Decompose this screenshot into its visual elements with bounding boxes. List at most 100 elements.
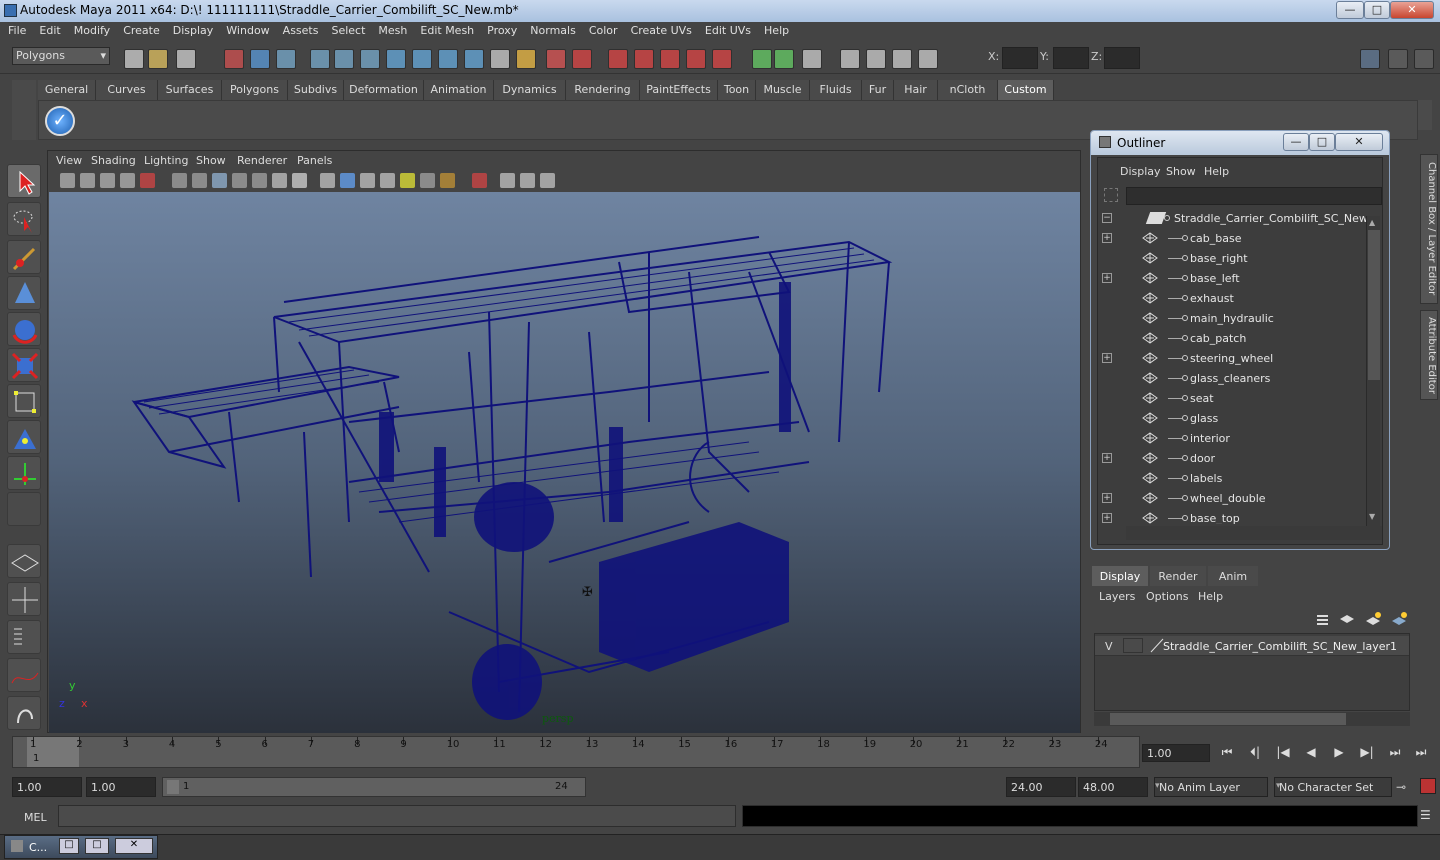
range-slider[interactable]: 1 24 xyxy=(162,777,586,797)
menu-window[interactable]: Window xyxy=(218,22,274,37)
channel-box-toggle-icon[interactable] xyxy=(1360,49,1380,69)
viewport-toolbar-icon[interactable] xyxy=(172,173,187,188)
tab-anim-layers[interactable]: Anim xyxy=(1208,566,1258,586)
new-scene-icon[interactable] xyxy=(124,49,144,69)
viewport-toolbar-icon[interactable] xyxy=(292,173,307,188)
construction-history-icon[interactable] xyxy=(546,49,566,69)
input-ops-icon[interactable] xyxy=(572,49,592,69)
filter-toggle-icon[interactable] xyxy=(1104,188,1118,202)
lasso-tool-icon[interactable] xyxy=(7,202,41,236)
minimize-button[interactable]: — xyxy=(1336,1,1364,19)
output-ops-icon[interactable] xyxy=(608,49,628,69)
menu-normals[interactable]: Normals xyxy=(522,22,581,37)
shelf-tab-curves[interactable]: Curves xyxy=(96,80,158,100)
select-tool-icon[interactable] xyxy=(7,164,41,198)
transform-icon[interactable] xyxy=(866,49,886,69)
close-window-button[interactable]: ✕ xyxy=(1390,1,1434,19)
x-coord-field[interactable] xyxy=(1002,47,1038,69)
history-icon[interactable] xyxy=(516,49,536,69)
menu-modify[interactable]: Modify xyxy=(66,22,115,37)
outliner-horizontal-scrollbar[interactable] xyxy=(1126,526,1382,540)
viewport-toolbar-icon[interactable] xyxy=(500,173,515,188)
shelf-tab-toon[interactable]: Toon xyxy=(718,80,756,100)
y-coord-field[interactable] xyxy=(1053,47,1089,69)
outliner-filter-field[interactable] xyxy=(1126,187,1382,205)
viewport-toolbar-icon[interactable] xyxy=(232,173,247,188)
outliner-titlebar[interactable]: Outliner — □ ✕ xyxy=(1091,131,1389,155)
hypershade-icon[interactable] xyxy=(712,49,732,69)
ipr-render-icon[interactable] xyxy=(660,49,680,69)
options-menu[interactable]: Options xyxy=(1146,590,1188,603)
close-button[interactable]: ✕ xyxy=(115,838,153,854)
layer-horizontal-scrollbar[interactable] xyxy=(1094,712,1410,726)
snap-grid-icon[interactable] xyxy=(334,49,354,69)
select-component-icon[interactable] xyxy=(276,49,296,69)
shelf-tab-fluids[interactable]: Fluids xyxy=(810,80,862,100)
go-to-start-icon[interactable]: ⏮ xyxy=(1216,745,1238,765)
shelf-tab-general[interactable]: General xyxy=(38,80,96,100)
viewport-menu-lighting[interactable]: Lighting xyxy=(144,154,188,167)
expand-toggle-icon[interactable]: + xyxy=(1102,513,1112,523)
viewport-toolbar-icon[interactable] xyxy=(212,173,227,188)
menu-proxy[interactable]: Proxy xyxy=(479,22,522,37)
shelf-tab-painteffects[interactable]: PaintEffects xyxy=(640,80,718,100)
viewport-menu-view[interactable]: View xyxy=(56,154,82,167)
outliner-item[interactable]: interior xyxy=(1098,428,1364,448)
viewport-toolbar-icon[interactable] xyxy=(360,173,375,188)
outliner-item[interactable]: + door xyxy=(1098,448,1364,468)
step-forward-frame-icon[interactable]: ▶| xyxy=(1356,745,1378,765)
layer-name[interactable]: Straddle_Carrier_Combilift_SC_New_layer1 xyxy=(1163,640,1397,653)
maximize-button[interactable]: □ xyxy=(1364,1,1390,19)
viewport-toolbar-icon[interactable] xyxy=(400,173,415,188)
menu-select[interactable]: Select xyxy=(323,22,370,37)
layer-type-toggle[interactable] xyxy=(1123,638,1143,653)
anim-end-field[interactable]: 48.00 xyxy=(1078,777,1148,797)
scroll-down-icon[interactable]: ▼ xyxy=(1369,512,1379,522)
outliner-item[interactable]: + base_top xyxy=(1098,508,1364,524)
expand-toggle-icon[interactable]: + xyxy=(1102,273,1112,283)
outliner-item[interactable]: exhaust xyxy=(1098,288,1364,308)
shelf-tab-subdivs[interactable]: Subdivs xyxy=(288,80,344,100)
save-scene-icon[interactable] xyxy=(176,49,196,69)
step-back-frame-icon[interactable]: |◀ xyxy=(1272,745,1294,765)
anim-layer-dropdown[interactable]: No Anim Layer xyxy=(1154,777,1268,797)
menu-edit[interactable]: Edit xyxy=(31,22,65,37)
outliner-item[interactable]: + wheel_double xyxy=(1098,488,1364,508)
relative-icon[interactable] xyxy=(892,49,912,69)
rotate-tool-icon[interactable] xyxy=(7,312,41,346)
command-input[interactable] xyxy=(58,805,736,827)
custom-shelf-check-icon[interactable]: ✓ xyxy=(45,106,75,136)
shelf-tab-surfaces[interactable]: Surfaces xyxy=(158,80,222,100)
outliner-item[interactable]: base_right xyxy=(1098,248,1364,268)
current-frame-field[interactable]: 1.00 xyxy=(1142,744,1210,762)
play-backwards-icon[interactable]: ◀ xyxy=(1300,745,1322,765)
tab-channel-box-layer-editor[interactable]: Channel Box / Layer Editor xyxy=(1420,154,1438,304)
outliner-menu-help[interactable]: Help xyxy=(1204,165,1229,178)
outliner-scroll-thumb[interactable] xyxy=(1368,230,1380,380)
hypershade-layout-icon[interactable] xyxy=(7,696,41,730)
paint-select-tool-icon[interactable] xyxy=(7,240,41,274)
outliner-root-row[interactable]: − Straddle_Carrier_Combilift_SC_New xyxy=(1098,208,1366,228)
go-to-end-icon[interactable]: ⏭ xyxy=(1410,745,1432,765)
snap-view-plane-icon[interactable] xyxy=(412,49,432,69)
auto-key-key-icon[interactable]: ⊸ xyxy=(1396,780,1406,794)
outliner-item[interactable]: + base_left xyxy=(1098,268,1364,288)
menu-edit-mesh[interactable]: Edit Mesh xyxy=(412,22,479,37)
shelf-tab-hair[interactable]: Hair xyxy=(894,80,938,100)
shelf-tab-rendering[interactable]: Rendering xyxy=(566,80,640,100)
attribute-editor-toggle-icon[interactable] xyxy=(1388,49,1408,69)
absolute-icon[interactable] xyxy=(918,49,938,69)
select-object-icon[interactable] xyxy=(250,49,270,69)
manipulator-tool-icon[interactable] xyxy=(7,384,41,418)
outliner-maximize-button[interactable]: □ xyxy=(1309,133,1335,151)
open-scene-icon[interactable] xyxy=(148,49,168,69)
snap-icon[interactable] xyxy=(840,49,860,69)
viewport-toolbar-icon[interactable] xyxy=(60,173,75,188)
shelf-tab-custom[interactable]: Custom xyxy=(998,80,1054,100)
viewport-menu-show[interactable]: Show xyxy=(196,154,226,167)
outliner-item[interactable]: glass xyxy=(1098,408,1364,428)
outliner-close-button[interactable]: ✕ xyxy=(1335,133,1383,151)
menu-edit-uvs[interactable]: Edit UVs xyxy=(697,22,756,37)
step-forward-key-icon[interactable]: ⏭ xyxy=(1384,745,1406,765)
anim-start-field[interactable]: 1.00 xyxy=(12,777,82,797)
